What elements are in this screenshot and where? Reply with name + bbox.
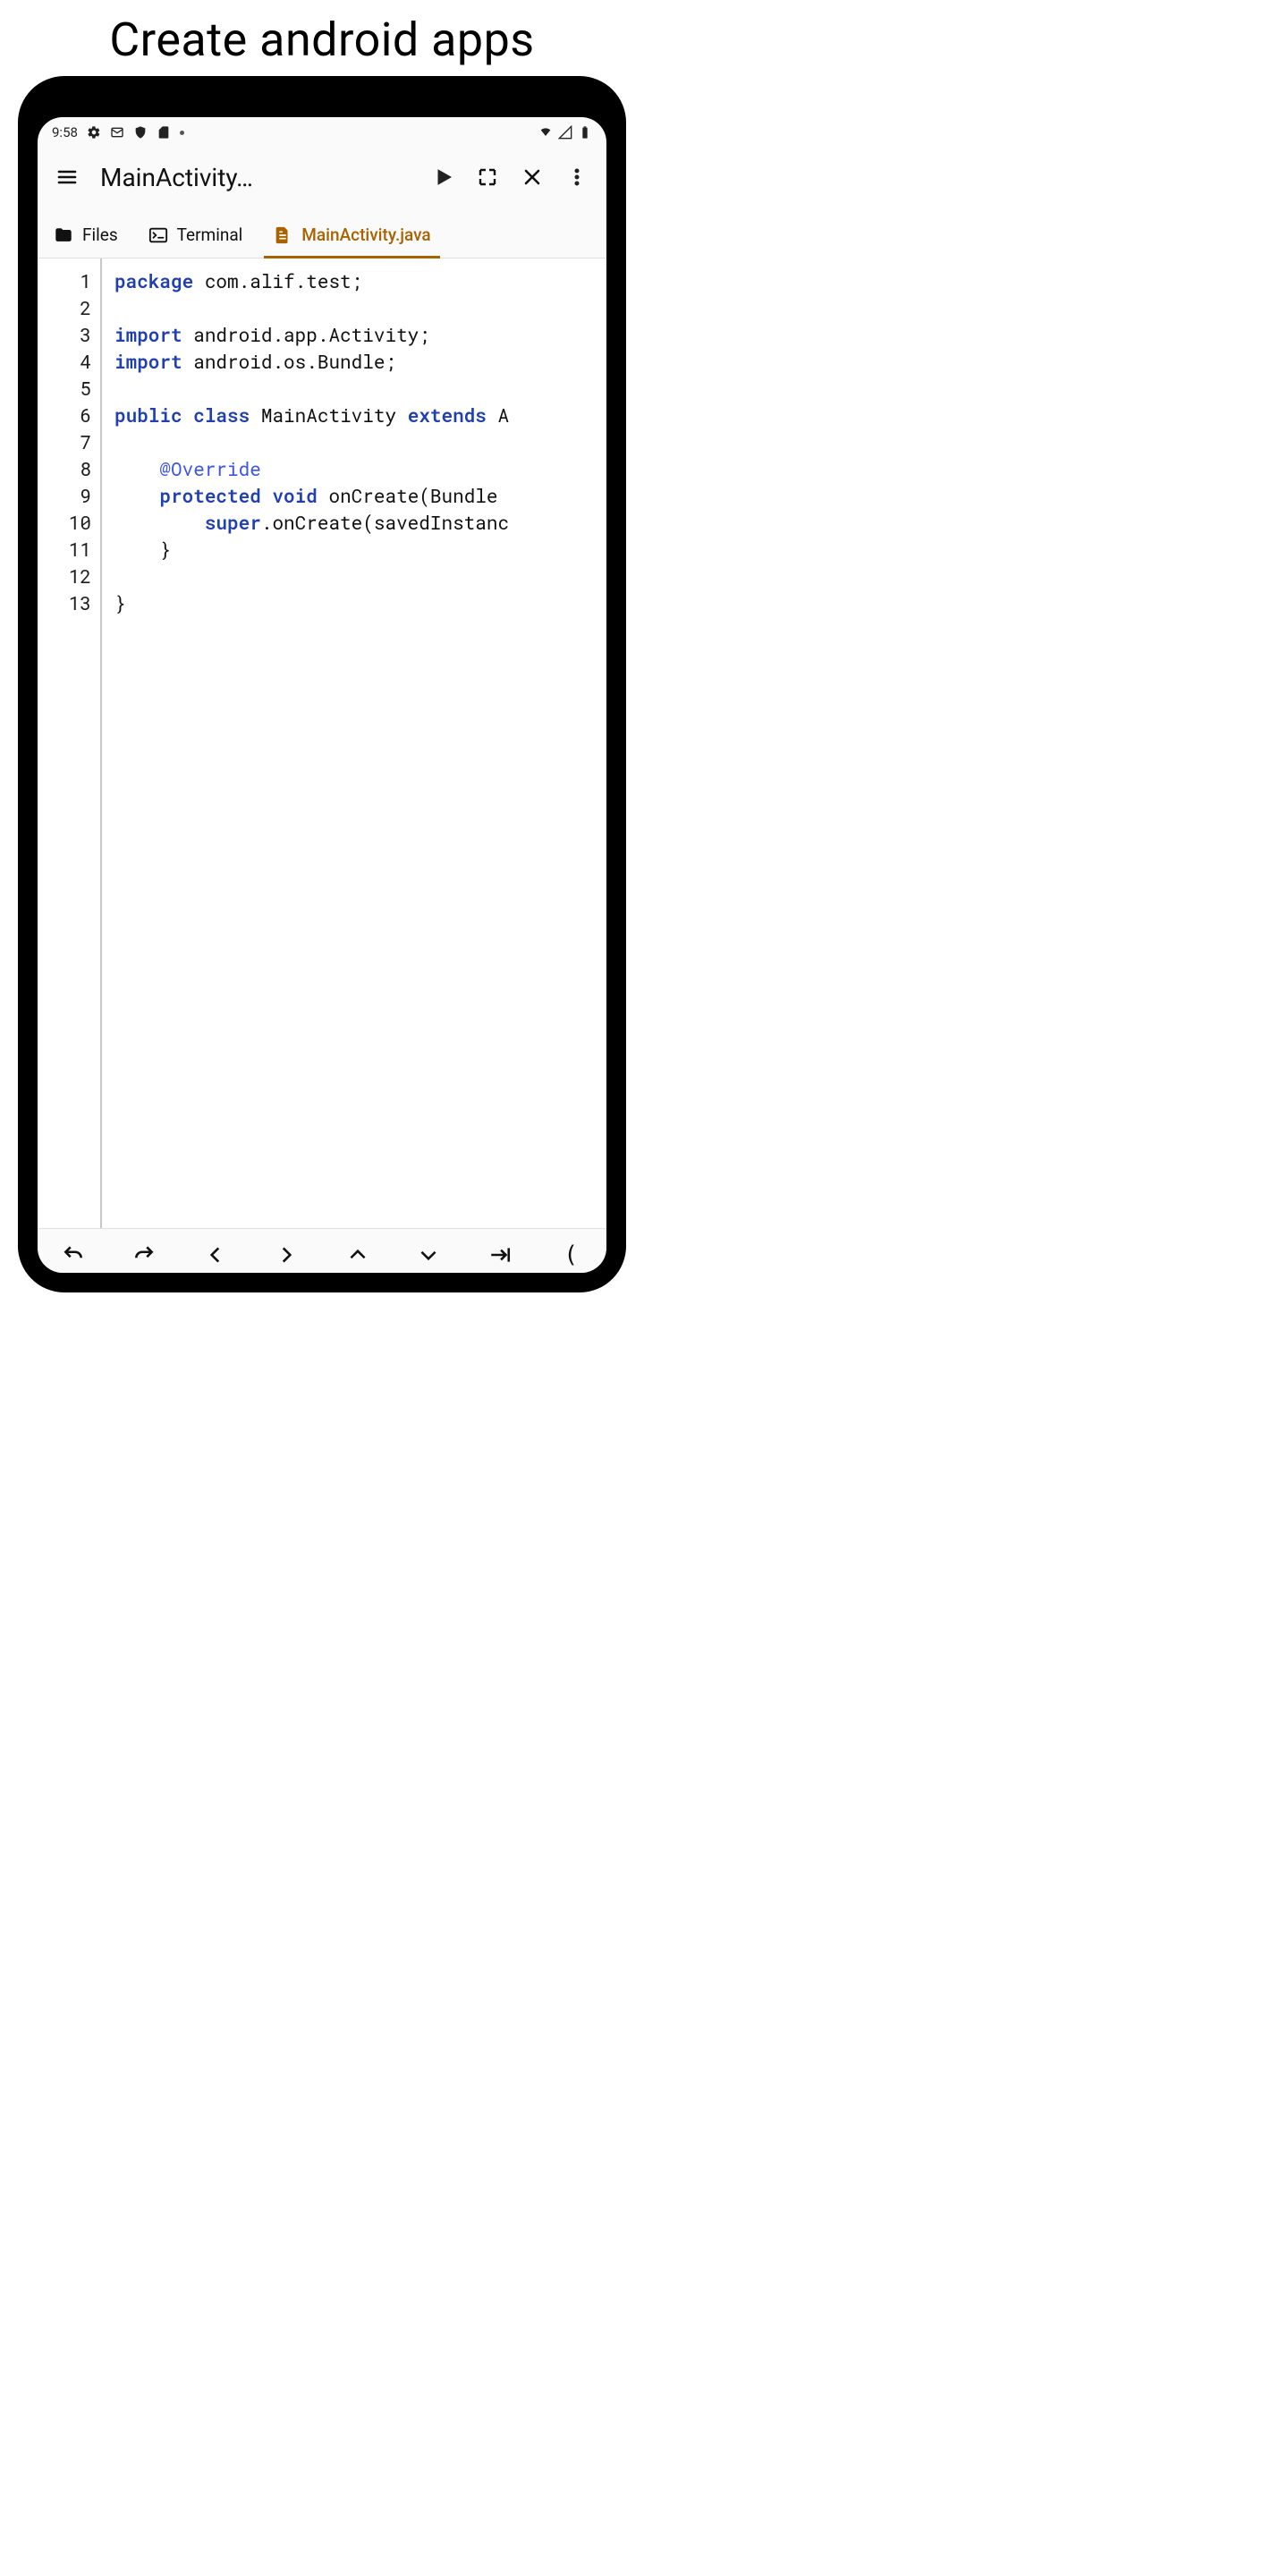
folder-icon bbox=[54, 225, 73, 245]
page-headline: Create android apps bbox=[0, 13, 644, 67]
line-number: 13 bbox=[38, 589, 91, 616]
run-button[interactable] bbox=[424, 158, 462, 196]
line-number: 5 bbox=[38, 375, 91, 402]
tab-icon bbox=[488, 1243, 512, 1267]
menu-button[interactable] bbox=[48, 158, 86, 196]
menu-icon bbox=[56, 166, 78, 188]
code-line[interactable]: package com.alif.test; bbox=[114, 267, 606, 294]
more-vertical-icon bbox=[566, 166, 588, 188]
line-number: 4 bbox=[38, 348, 91, 375]
tab-terminal-label: Terminal bbox=[177, 225, 243, 245]
status-bar: 9:58 bbox=[38, 117, 606, 144]
overflow-button[interactable] bbox=[558, 158, 596, 196]
undo-icon bbox=[62, 1243, 85, 1267]
close-icon bbox=[521, 166, 543, 188]
line-number: 8 bbox=[38, 455, 91, 482]
paren-button[interactable]: ( bbox=[552, 1236, 589, 1274]
wifi-icon bbox=[538, 125, 553, 140]
chevron-down-icon bbox=[417, 1243, 440, 1267]
file-icon bbox=[273, 225, 292, 245]
code-line[interactable]: } bbox=[114, 536, 606, 563]
code-line[interactable] bbox=[114, 294, 606, 321]
line-number: 1 bbox=[38, 267, 91, 294]
fullscreen-icon bbox=[477, 166, 498, 188]
code-editor[interactable]: 12345678910111213 package com.alif.test;… bbox=[38, 258, 606, 1228]
line-number: 11 bbox=[38, 536, 91, 563]
line-number: 10 bbox=[38, 509, 91, 536]
line-number: 7 bbox=[38, 428, 91, 455]
tab-terminal[interactable]: Terminal bbox=[145, 214, 247, 258]
tab-files-label: Files bbox=[82, 225, 118, 245]
terminal-icon bbox=[148, 225, 168, 245]
line-number: 3 bbox=[38, 321, 91, 348]
fullscreen-button[interactable] bbox=[469, 158, 506, 196]
tab-bar: Files Terminal MainActivity.java bbox=[38, 208, 606, 258]
cursor-right-button[interactable] bbox=[267, 1236, 305, 1274]
code-line[interactable] bbox=[114, 375, 606, 402]
line-number: 9 bbox=[38, 482, 91, 509]
code-line[interactable]: @Override bbox=[114, 455, 606, 482]
close-button[interactable] bbox=[513, 158, 551, 196]
line-number: 12 bbox=[38, 563, 91, 589]
paren-label: ( bbox=[564, 1241, 578, 1268]
cursor-up-button[interactable] bbox=[339, 1236, 377, 1274]
sd-card-icon bbox=[157, 125, 171, 140]
tab-files[interactable]: Files bbox=[50, 214, 122, 258]
mail-icon bbox=[110, 125, 124, 140]
cursor-down-button[interactable] bbox=[410, 1236, 447, 1274]
code-line[interactable]: import android.app.Activity; bbox=[114, 321, 606, 348]
status-dot bbox=[180, 131, 184, 135]
app-bar: MainActivity… bbox=[38, 144, 606, 208]
code-line[interactable]: protected void onCreate(Bundle bbox=[114, 482, 606, 509]
device-frame: 9:58 MainActivity… bbox=[18, 76, 626, 1292]
code-line[interactable]: super.onCreate(savedInstanc bbox=[114, 509, 606, 536]
screen: 9:58 MainActivity… bbox=[38, 117, 606, 1273]
code-content[interactable]: package com.alif.test; import android.app… bbox=[102, 258, 606, 1228]
redo-icon bbox=[132, 1243, 156, 1267]
line-number-gutter: 12345678910111213 bbox=[38, 258, 102, 1228]
signal-icon bbox=[558, 125, 572, 140]
play-icon bbox=[432, 166, 453, 188]
code-line[interactable] bbox=[114, 428, 606, 455]
cursor-left-button[interactable] bbox=[197, 1236, 234, 1274]
code-line[interactable]: public class MainActivity extends A bbox=[114, 402, 606, 428]
tab-editor-label: MainActivity.java bbox=[301, 225, 430, 245]
status-time: 9:58 bbox=[52, 124, 78, 140]
battery-icon bbox=[578, 125, 592, 140]
line-number: 6 bbox=[38, 402, 91, 428]
gear-icon bbox=[87, 125, 101, 140]
chevron-right-icon bbox=[275, 1243, 298, 1267]
redo-button[interactable] bbox=[125, 1236, 163, 1274]
app-bar-title: MainActivity… bbox=[100, 163, 253, 192]
device-frame-inner: 9:58 MainActivity… bbox=[29, 87, 615, 1282]
code-line[interactable] bbox=[114, 563, 606, 589]
tab-key-button[interactable] bbox=[481, 1236, 519, 1274]
editor-toolbar: ( bbox=[38, 1228, 606, 1273]
code-line[interactable]: } bbox=[114, 589, 606, 616]
chevron-left-icon bbox=[204, 1243, 227, 1267]
line-number: 2 bbox=[38, 294, 91, 321]
shield-icon bbox=[133, 125, 148, 140]
code-line[interactable]: import android.os.Bundle; bbox=[114, 348, 606, 375]
tab-editor[interactable]: MainActivity.java bbox=[269, 214, 434, 258]
chevron-up-icon bbox=[346, 1243, 369, 1267]
undo-button[interactable] bbox=[55, 1236, 92, 1274]
